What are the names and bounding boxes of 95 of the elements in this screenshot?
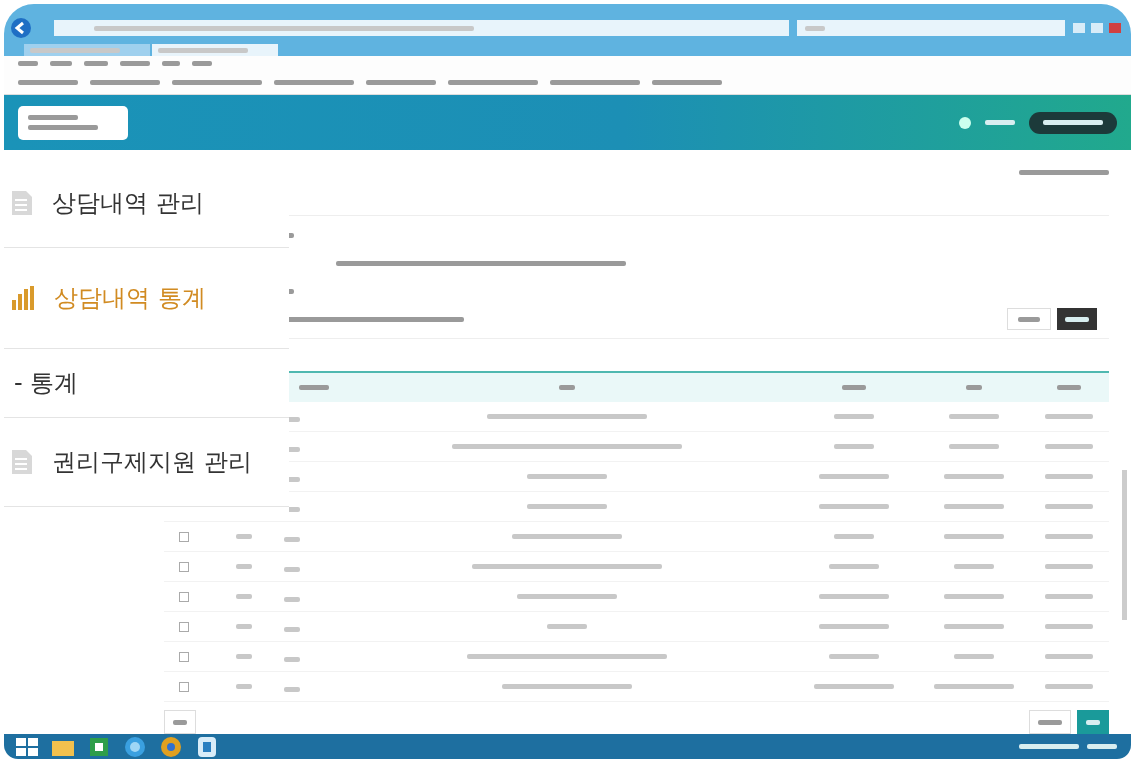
illegible-text (944, 594, 1004, 599)
illegible-text (120, 60, 150, 66)
illegible-text (1043, 120, 1103, 125)
info-icon[interactable] (959, 115, 971, 130)
illegible-text (284, 567, 300, 572)
row-checkbox[interactable] (179, 561, 189, 572)
illegible-text (1045, 624, 1093, 629)
illegible-text (1019, 744, 1079, 749)
search-field[interactable] (797, 20, 1065, 36)
illegible-text (236, 684, 252, 689)
illegible-text (284, 627, 300, 632)
illegible-text (28, 125, 98, 130)
illegible-text (949, 414, 999, 419)
illegible-text (236, 594, 252, 599)
windows-icon[interactable] (16, 737, 38, 756)
illegible-text (236, 534, 252, 539)
illegible-text (834, 444, 874, 449)
site-logo[interactable] (18, 105, 128, 140)
row-checkbox[interactable] (179, 681, 189, 692)
menu-item[interactable]: 상담내역 관리 (4, 159, 289, 248)
illegible-text (944, 624, 1004, 629)
illegible-text (1045, 684, 1093, 689)
illegible-text (284, 537, 300, 542)
illegible-text (966, 385, 982, 390)
illegible-text (819, 594, 889, 599)
illegible-text (1087, 744, 1117, 749)
document-icon (12, 191, 32, 215)
illegible-text (819, 624, 889, 629)
scrollbar[interactable] (1122, 470, 1127, 620)
illegible-text (834, 534, 874, 539)
reset-button[interactable] (1007, 308, 1051, 330)
illegible-text (944, 504, 1004, 509)
illegible-text (84, 60, 108, 66)
row-checkbox[interactable] (179, 621, 189, 632)
illegible-text (944, 534, 1004, 539)
illegible-text (1045, 474, 1093, 479)
illegible-text (1045, 414, 1093, 419)
illegible-text (28, 115, 78, 120)
row-checkbox[interactable] (179, 591, 189, 602)
illegible-text (842, 385, 866, 390)
illegible-text (284, 597, 300, 602)
document-icon (12, 450, 32, 474)
illegible-text (829, 654, 879, 659)
illegible-text (236, 624, 252, 629)
illegible-text (1045, 564, 1093, 569)
illegible-text (90, 79, 160, 85)
illegible-text (18, 60, 38, 66)
illegible-text (1045, 654, 1093, 659)
illegible-text (299, 385, 329, 390)
illegible-text (50, 60, 72, 66)
illegible-text (954, 654, 994, 659)
illegible-text (173, 719, 187, 725)
illegible-text (1045, 444, 1093, 449)
illegible-text (284, 657, 300, 662)
illegible-text (1065, 316, 1089, 322)
row-checkbox[interactable] (179, 651, 189, 662)
illegible-text (18, 79, 78, 85)
illegible-text (1038, 719, 1062, 725)
illegible-text (1086, 719, 1100, 725)
illegible-text (949, 444, 999, 449)
illegible-text (1057, 385, 1081, 390)
illegible-text (558, 385, 575, 390)
bar-chart-icon (12, 286, 34, 310)
illegible-text (1045, 504, 1093, 509)
row-checkbox[interactable] (179, 531, 189, 542)
illegible-text (834, 414, 874, 419)
delete-button[interactable] (164, 710, 196, 734)
illegible-text (192, 60, 212, 66)
illegible-text (162, 60, 180, 66)
illegible-text (829, 564, 879, 569)
shield-icon[interactable] (196, 735, 218, 758)
illegible-text (954, 564, 994, 569)
illegible-text (546, 624, 587, 629)
illegible-text (652, 79, 722, 85)
address-field[interactable] (54, 20, 789, 36)
illegible-text (944, 474, 1004, 479)
illegible-text (284, 687, 300, 692)
illegible-text (819, 474, 889, 479)
illegible-text (805, 25, 825, 31)
logout-button[interactable] (1029, 111, 1117, 134)
illegible-text (1045, 534, 1093, 539)
illegible-text (985, 120, 1015, 125)
search-button[interactable] (1057, 308, 1097, 330)
menu-item[interactable]: 권리구제지원 관리 (4, 418, 289, 507)
browser-icon[interactable] (124, 735, 146, 758)
illegible-text (236, 654, 252, 659)
illegible-text (819, 504, 889, 509)
illegible-text (236, 564, 252, 569)
illegible-text (1018, 316, 1040, 322)
excel-button[interactable] (1029, 710, 1071, 734)
register-button[interactable] (1077, 710, 1109, 734)
menu-item[interactable]: - 통계 (4, 349, 289, 418)
illegible-text (366, 79, 436, 85)
illegible-text (1045, 594, 1093, 599)
browser-tab[interactable] (152, 44, 278, 56)
